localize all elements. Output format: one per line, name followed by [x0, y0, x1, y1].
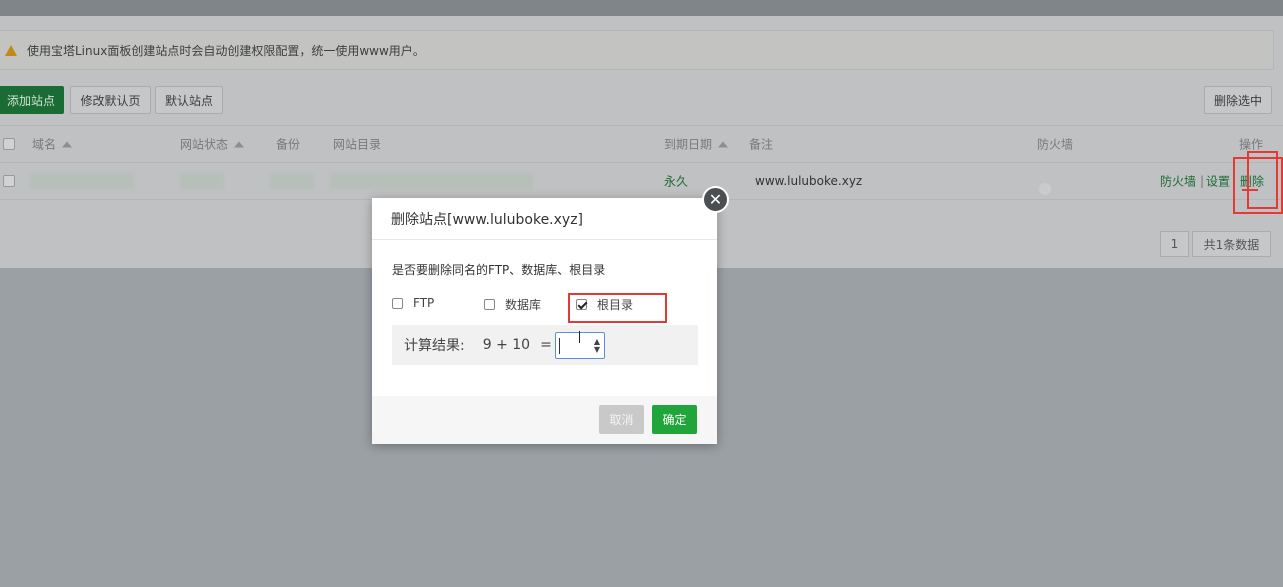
- root-blurred: [330, 173, 533, 189]
- text-cursor: [559, 338, 560, 354]
- sort-caret-icon: [62, 141, 73, 148]
- calc-equals: =: [540, 337, 552, 353]
- col-domain[interactable]: 域名: [32, 136, 73, 153]
- status-blurred: [180, 173, 224, 189]
- option-ftp-label: FTP: [413, 296, 435, 310]
- page: 使用宝塔Linux面板创建站点时会自动创建权限配置，统一使用www用户。 添加站…: [0, 0, 1283, 587]
- highlight-box-root: [568, 293, 667, 323]
- calc-label: 计算结果:: [404, 338, 465, 354]
- highlight-underline: [1242, 189, 1258, 191]
- firewall-link[interactable]: 防火墙: [1160, 173, 1196, 190]
- edit-default-page-button[interactable]: 修改默认页: [70, 86, 151, 114]
- add-site-button[interactable]: 添加站点: [0, 86, 64, 114]
- close-icon[interactable]: ✕: [702, 186, 729, 213]
- default-site-button[interactable]: 默认站点: [155, 86, 223, 114]
- col-expire[interactable]: 到期日期: [664, 136, 729, 153]
- domain-blurred: [30, 173, 134, 189]
- confirm-button[interactable]: 确定: [652, 405, 697, 434]
- sort-caret-icon: [718, 141, 729, 148]
- row-checkbox[interactable]: [3, 175, 15, 187]
- note-value[interactable]: www.luluboke.xyz: [755, 174, 862, 188]
- delete-selected-button[interactable]: 删除选中: [1204, 86, 1272, 114]
- col-action: 操作: [1239, 137, 1264, 152]
- col-firewall: 防火墙: [1037, 137, 1074, 152]
- select-all-checkbox[interactable]: [3, 138, 15, 150]
- col-status[interactable]: 网站状态: [180, 136, 245, 153]
- notice-bar: 使用宝塔Linux面板创建站点时会自动创建权限配置，统一使用www用户。: [0, 30, 1274, 70]
- table-row: 永久 www.luluboke.xyz 防火墙 | 设置 删除: [0, 163, 1283, 200]
- col-backup: 备份: [276, 137, 301, 152]
- sites-table: 域名 网站状态 备份 网站目录 到期日期 备注 防火墙 操作 永久 www.lu…: [0, 125, 1283, 200]
- notice-text: 使用宝塔Linux面板创建站点时会自动创建权限配置，统一使用www用户。: [27, 43, 425, 58]
- cancel-button[interactable]: 取消: [599, 405, 644, 434]
- col-note: 备注: [749, 137, 774, 152]
- delete-site-dialog: 删除站点[www.luluboke.xyz] ✕ 是否要删除同名的FTP、数据库…: [372, 186, 729, 444]
- dialog-question: 是否要删除同名的FTP、数据库、根目录: [392, 263, 606, 277]
- action-separator: |: [1200, 174, 1205, 188]
- settings-link[interactable]: 设置: [1206, 173, 1230, 190]
- page-total: 共1条数据: [1192, 231, 1271, 257]
- captcha-row: 计算结果: 9 + 10 =: [392, 325, 698, 365]
- ftp-checkbox[interactable]: [392, 297, 403, 309]
- backup-blurred: [270, 173, 314, 189]
- page-number[interactable]: 1: [1160, 231, 1189, 257]
- sort-caret-icon: [234, 141, 245, 148]
- col-root: 网站目录: [333, 137, 382, 152]
- calc-expression: 9 + 10: [482, 337, 531, 353]
- top-strip: [0, 0, 1283, 16]
- highlight-box-delete-inner: [1247, 151, 1278, 209]
- option-ftp[interactable]: FTP: [392, 296, 434, 310]
- warning-icon: [5, 44, 17, 56]
- spinner-icon[interactable]: ▲ ▼: [594, 338, 600, 354]
- mouse-cursor: [579, 331, 585, 343]
- option-database-label: 数据库: [505, 298, 542, 312]
- database-checkbox[interactable]: [484, 299, 495, 310]
- expire-value: 永久: [664, 174, 689, 189]
- option-database[interactable]: 数据库: [484, 296, 541, 313]
- dialog-title: 删除站点[www.luluboke.xyz]: [372, 198, 717, 240]
- table-header: 域名 网站状态 备份 网站目录 到期日期 备注 防火墙 操作: [0, 125, 1283, 163]
